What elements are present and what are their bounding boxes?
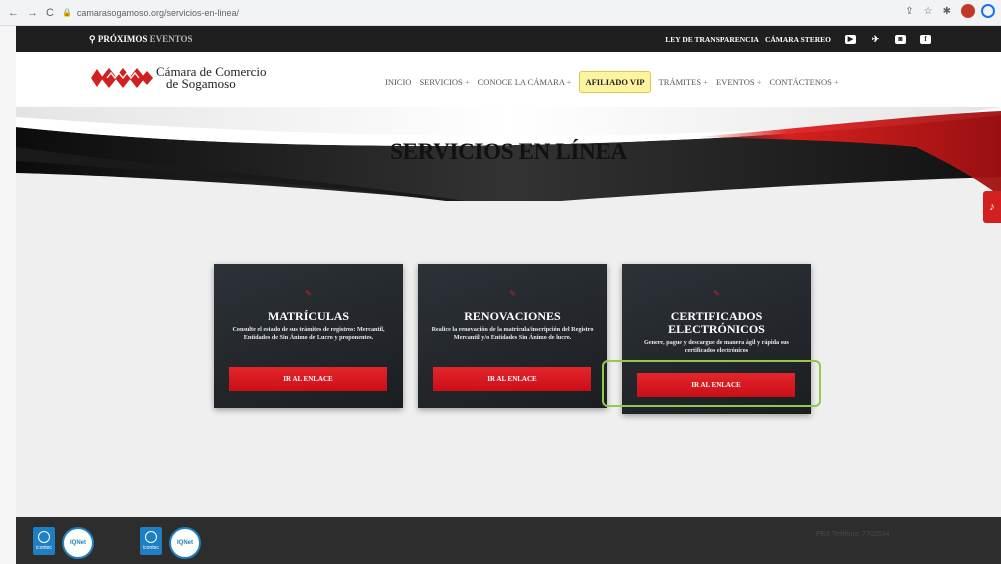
- page-banner: SERVICIOS EN LÍNEA: [16, 107, 1001, 201]
- logo-mark-icon: [91, 68, 153, 88]
- top-links: LEY DE TRANSPARENCIA CÁMARA STEREO ▶ ✈ ◙…: [665, 34, 931, 44]
- logo-text: Cámara de Comercio de Sogamoso: [156, 64, 267, 91]
- card-matriculas: ✎ MATRÍCULAS Consulte el estado de sus t…: [214, 264, 403, 408]
- certification-icon: [145, 531, 157, 543]
- youtube-icon[interactable]: ▶: [845, 34, 856, 44]
- web-page: ⚲ PRÓXIMOS EVENTOS LEY DE TRANSPARENCIA …: [16, 26, 1001, 564]
- url-text[interactable]: camarasogamoso.org/servicios-en-linea/: [77, 8, 239, 18]
- back-icon[interactable]: ←: [8, 7, 19, 19]
- decorative-spark-icon: ✎: [305, 289, 312, 298]
- site-header: Cámara de Comercio de Sogamoso INICIO SE…: [16, 52, 1001, 107]
- card-description: Consulte el estado de sus trámites de re…: [232, 326, 385, 342]
- icontec-badge: icontec: [33, 527, 55, 555]
- browser-actions: ⇪ ☆ ✱: [905, 4, 995, 18]
- reload-icon[interactable]: C: [46, 7, 54, 19]
- nav-tramites[interactable]: TRÁMITES +: [659, 77, 708, 87]
- nav-afiliado-vip[interactable]: AFILIADO VIP: [579, 71, 651, 93]
- account-avatar[interactable]: [981, 4, 995, 18]
- nav-servicios[interactable]: SERVICIOS +: [419, 77, 469, 87]
- lock-icon: 🔒: [61, 8, 72, 17]
- upcoming-events-link[interactable]: ⚲ PRÓXIMOS EVENTOS: [89, 34, 192, 45]
- top-bar: ⚲ PRÓXIMOS EVENTOS LEY DE TRANSPARENCIA …: [16, 26, 1001, 52]
- extensions-icon[interactable]: ✱: [943, 6, 951, 17]
- iqnet-logo: IQNet: [62, 527, 94, 559]
- card-title: MATRÍCULAS: [267, 309, 350, 323]
- card-title: CERTIFICADOS ELECTRÓNICOS: [668, 309, 765, 336]
- icontec-badge: icontec: [140, 527, 162, 555]
- card-title: RENOVACIONES: [464, 309, 561, 323]
- page-title: SERVICIOS EN LÍNEA: [390, 139, 627, 164]
- main-nav: INICIO SERVICIOS + CONOCE LA CÁMARA + AF…: [385, 71, 839, 93]
- bookmark-star-icon[interactable]: ☆: [924, 6, 933, 17]
- ir-al-enlace-button[interactable]: IR AL ENLACE: [433, 367, 591, 391]
- ir-al-enlace-button[interactable]: IR AL ENLACE: [229, 367, 387, 391]
- location-pin-icon: ⚲: [89, 33, 96, 44]
- decorative-spark-icon: ✎: [509, 289, 516, 298]
- browser-toolbar: ← → C 🔒 camarasogamoso.org/servicios-en-…: [0, 0, 1001, 26]
- profile-avatar[interactable]: [961, 4, 975, 18]
- card-description: Genere, pague y descargue de manera ágil…: [644, 339, 789, 355]
- iqnet-logo: IQNet: [169, 527, 201, 559]
- decorative-spark-icon: ✎: [713, 289, 720, 298]
- certification-icon: [38, 531, 50, 543]
- instagram-icon[interactable]: ◙: [895, 34, 906, 44]
- music-float-icon[interactable]: ♪: [983, 191, 1001, 223]
- nav-eventos[interactable]: EVENTOS +: [716, 77, 762, 87]
- card-renovaciones: ✎ RENOVACIONES Realice la renovación de …: [418, 264, 607, 408]
- nav-contactenos[interactable]: CONTÁCTENOS +: [770, 77, 839, 87]
- card-description: Realice la renovación de la matrícula/in…: [431, 326, 594, 342]
- camara-stereo-link[interactable]: CÁMARA STEREO: [765, 35, 831, 44]
- nav-conoce-la-camara[interactable]: CONOCE LA CÁMARA +: [478, 77, 572, 87]
- share-icon[interactable]: ⇪: [905, 6, 913, 17]
- site-logo[interactable]: Cámara de Comercio de Sogamoso: [89, 64, 267, 91]
- forward-icon[interactable]: →: [27, 7, 38, 19]
- footer-contact: PBX Teléfono: 7702934: [816, 531, 890, 538]
- nav-inicio[interactable]: INICIO: [385, 77, 411, 87]
- twitter-icon[interactable]: ✈: [870, 34, 881, 44]
- site-footer: icontec IQNet icontec IQNet PBX Teléfono…: [16, 517, 1001, 564]
- highlight-box: [602, 360, 821, 407]
- address-bar[interactable]: 🔒 camarasogamoso.org/servicios-en-linea/: [62, 8, 239, 18]
- facebook-icon[interactable]: f: [920, 34, 931, 44]
- transparency-link[interactable]: LEY DE TRANSPARENCIA: [665, 35, 759, 44]
